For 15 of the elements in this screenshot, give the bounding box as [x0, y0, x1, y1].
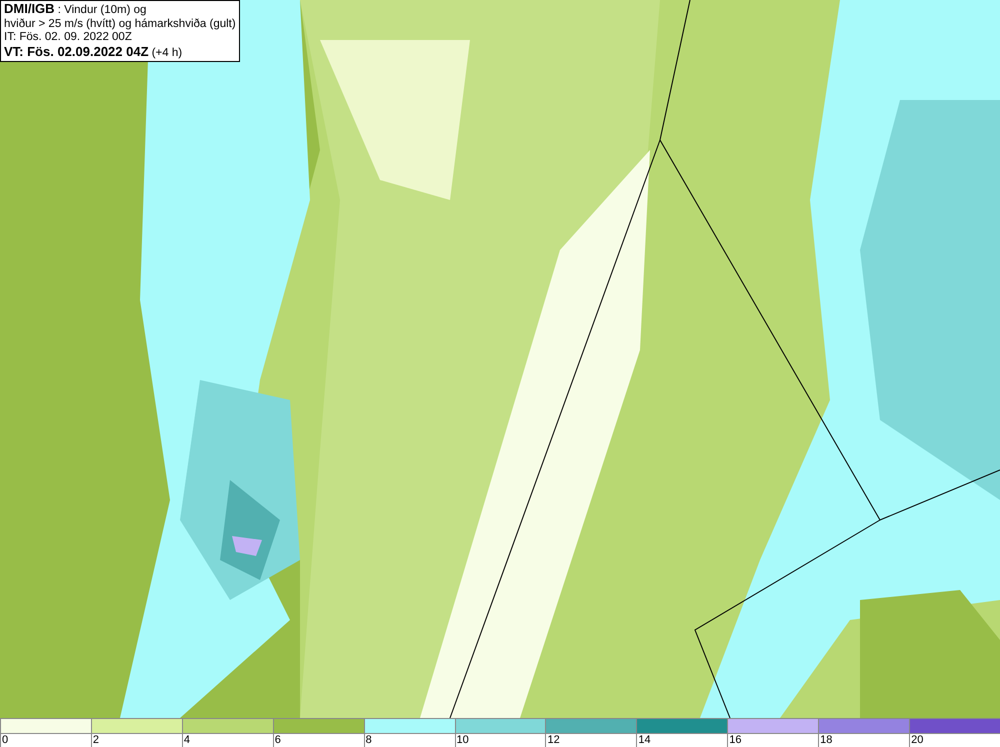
- title-line: hviður > 25 m/s (hvítt) og hámarkshviða (gult): [4, 18, 236, 31]
- legend-label: 16: [728, 734, 743, 747]
- legend-label: 4: [182, 734, 191, 747]
- legend-label: 2: [92, 734, 100, 747]
- title-line: DMI/IGB : Vindur (10m) og: [4, 2, 148, 18]
- legend-label: 20: [910, 734, 924, 747]
- title-line: VT: Fös. 02.09.2022 04Z (+4 h): [4, 44, 184, 60]
- legend-label: 0: [1, 734, 10, 747]
- title-line: IT: Fös. 02. 09. 2022 00Z: [4, 31, 133, 44]
- legend-label: 14: [637, 734, 652, 747]
- legend-label: 8: [364, 734, 373, 747]
- legend-label: 12: [546, 734, 561, 747]
- legend-label: 10: [456, 734, 470, 747]
- legend-label: 18: [819, 734, 834, 747]
- legend-label: 6: [274, 734, 282, 747]
